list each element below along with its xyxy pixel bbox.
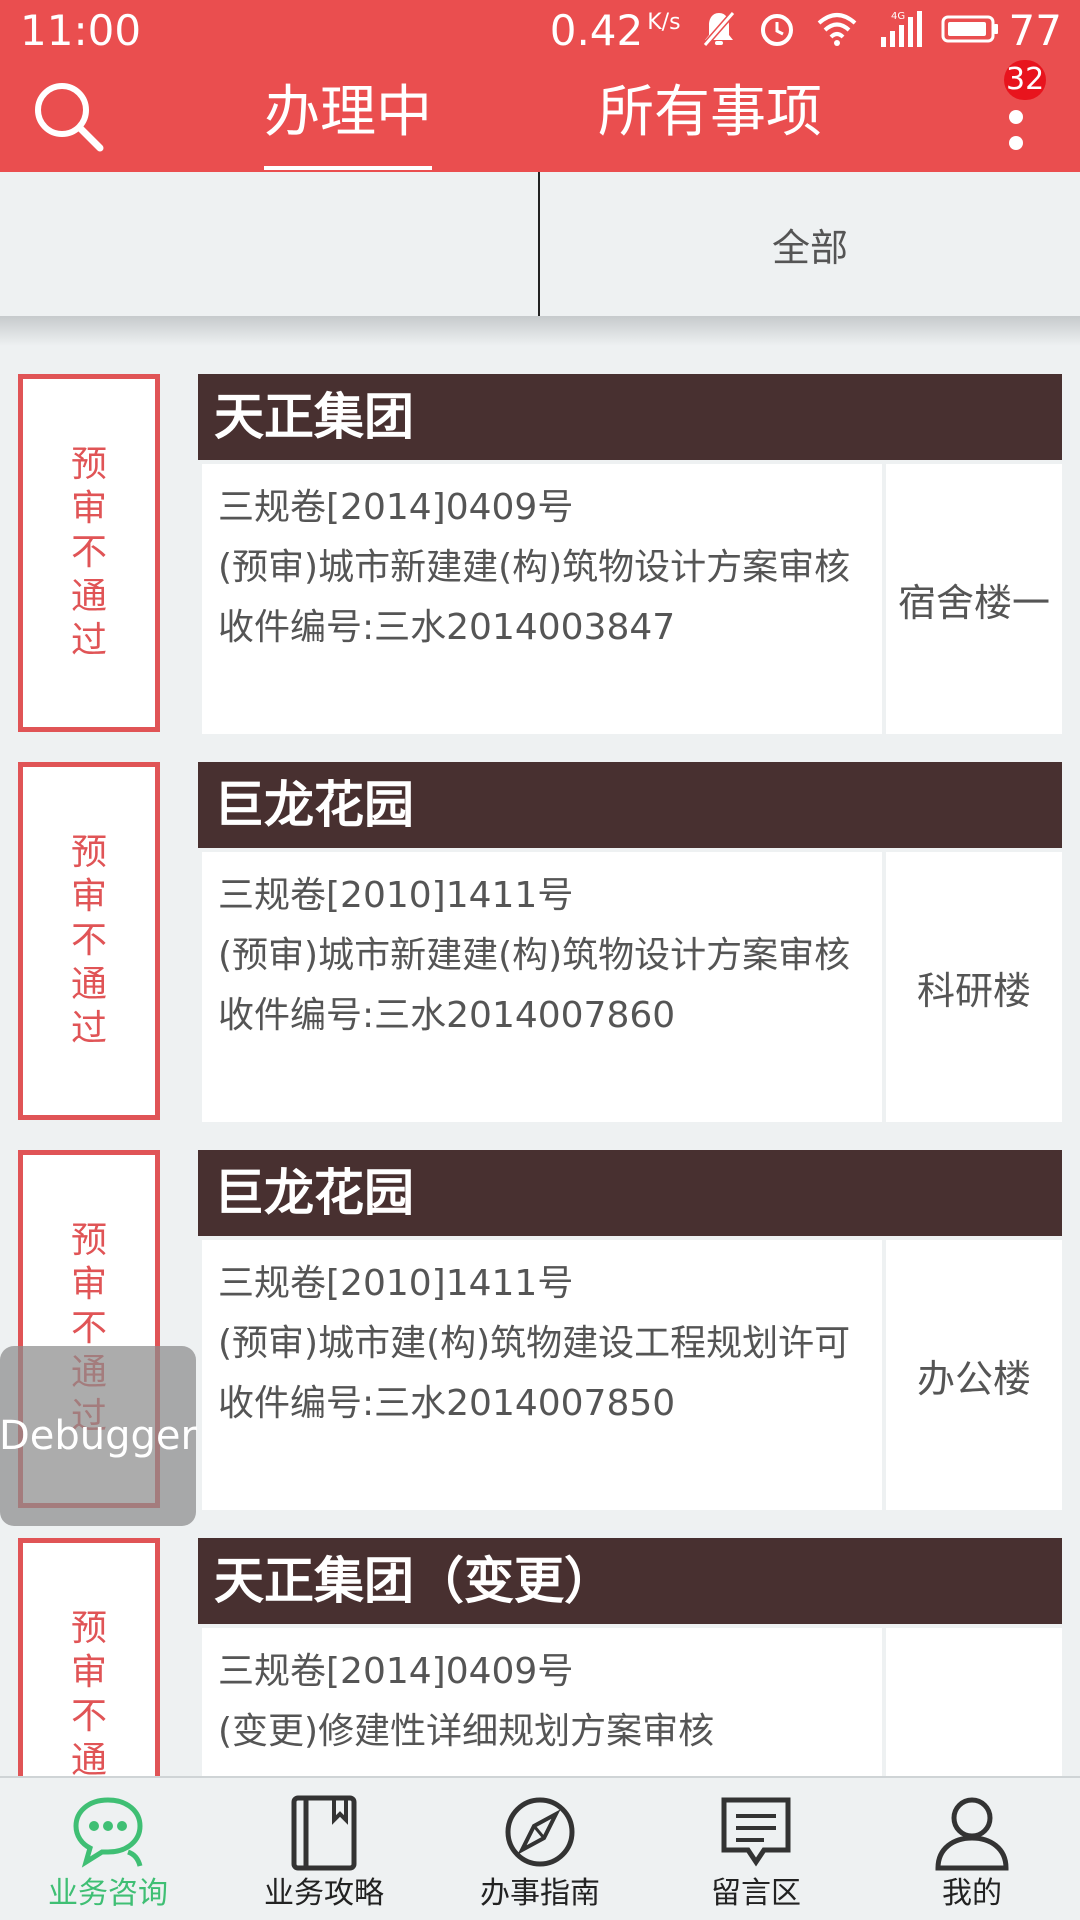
status-stamp: 预审不通过 [18, 1538, 160, 1776]
case-card[interactable]: 预审不通过 巨龙花园 三规卷[2010]1411号 (预审)城市新建建(构)筑物… [0, 734, 1080, 1122]
card-title: 巨龙花园 [214, 1164, 414, 1222]
card-title: 天正集团 [214, 388, 414, 446]
wifi-icon [815, 9, 859, 53]
status-stamp-text: 预审不通过 [71, 1607, 107, 1776]
notification-badge: 32 [1004, 60, 1047, 100]
status-stamp-char: 预 [70, 1608, 107, 1649]
card-title-bar: 巨龙花园 [198, 762, 1062, 848]
filter-all[interactable]: 全部 [540, 172, 1080, 316]
card-body: 三规卷[2014]0409号 (变更)修建性详细规划方案审核 [202, 1628, 882, 1776]
network-speed-unit: K/s [647, 10, 681, 35]
card-body: 三规卷[2014]0409号 (预审)城市新建建(构)筑物设计方案审核 收件编号… [202, 464, 882, 734]
status-time: 11:00 [20, 6, 142, 55]
tab-in-progress[interactable]: 办理中 [264, 78, 432, 170]
card-building: 办公楼 [886, 1240, 1062, 1510]
user-icon [935, 1797, 1009, 1871]
bottom-nav-profile-label: 我的 [942, 1876, 1002, 1911]
case-card[interactable]: 预审不通过 天正集团（变更） 三规卷[2014]0409号 (变更)修建性详细规… [0, 1510, 1080, 1776]
case-card[interactable]: 预审不通过 天正集团 三规卷[2014]0409号 (预审)城市新建建(构)筑物… [0, 346, 1080, 734]
bottom-nav-consult[interactable]: 业务咨询 [0, 1778, 216, 1920]
battery-icon [941, 9, 1001, 53]
status-stamp-char: 通 [70, 576, 107, 617]
signal-icon: 4G [877, 9, 923, 53]
card-title: 天正集团（变更） [214, 1552, 614, 1610]
filter-shadow [0, 316, 1080, 346]
card-title: 巨龙花园 [214, 776, 414, 834]
tab-all-items-label: 所有事项 [598, 80, 822, 145]
card-building: 科研楼 [886, 852, 1062, 1122]
status-stamp-char: 审 [70, 876, 107, 917]
card-building [886, 1628, 1062, 1776]
status-bar: 11:00 0.42 K/s 4G 77 [0, 0, 1080, 62]
status-stamp-char: 不 [70, 1696, 107, 1737]
battery-level: 77 [1008, 6, 1062, 55]
alarm-icon [757, 9, 797, 53]
status-stamp-char: 预 [70, 832, 107, 873]
status-stamp-char: 不 [70, 920, 107, 961]
status-stamp-char: 过 [70, 620, 107, 661]
card-title-bar: 巨龙花园 [198, 1150, 1062, 1236]
status-stamp-char: 通 [70, 1740, 107, 1776]
bottom-nav-messages-label: 留言区 [711, 1876, 801, 1911]
status-stamp-text: 预审不通过 [71, 831, 107, 1051]
status-stamp-char: 通 [70, 964, 107, 1005]
status-stamp-char: 预 [70, 1220, 107, 1261]
card-body: 三规卷[2010]1411号 (预审)城市新建建(构)筑物设计方案审核 收件编号… [202, 852, 882, 1122]
card-file-number: 三规卷[2010]1411号 [218, 875, 574, 916]
network-type-label: 4G [891, 11, 905, 22]
case-list: 预审不通过 天正集团 三规卷[2014]0409号 (预审)城市新建建(构)筑物… [0, 346, 1080, 1776]
card-item-type: (预审)城市新建建(构)筑物设计方案审核 [218, 935, 851, 976]
card-item-type: (预审)城市新建建(构)筑物设计方案审核 [218, 547, 851, 588]
card-title-bar: 天正集团 [198, 374, 1062, 460]
status-stamp-char: 预 [70, 444, 107, 485]
network-speed-value: 0.42 [549, 6, 644, 55]
card-receipt-number: 收件编号:三水2014003847 [218, 607, 676, 648]
status-stamp-char: 不 [70, 1308, 107, 1349]
bottom-nav-guide[interactable]: 业务攻略 [216, 1778, 432, 1920]
card-title-bar: 天正集团（变更） [198, 1538, 1062, 1624]
active-tab-indicator [264, 166, 432, 170]
debugger-button[interactable]: Debugger [0, 1346, 197, 1526]
app-header: 11:00 0.42 K/s 4G 77 办理中 所有事项 32 [0, 0, 1080, 172]
book-icon [291, 1795, 357, 1871]
tab-all-items[interactable]: 所有事项 [598, 78, 822, 148]
chat-bubbles-icon [73, 1797, 143, 1868]
bottom-nav-handbook[interactable]: 办事指南 [432, 1778, 648, 1920]
card-file-number: 三规卷[2014]0409号 [218, 487, 574, 528]
bottom-nav-profile[interactable]: 我的 [864, 1778, 1080, 1920]
status-icons: 0.42 K/s 4G 77 [550, 6, 1062, 56]
bottom-nav-consult-label: 业务咨询 [48, 1876, 168, 1911]
card-receipt-number: 收件编号:三水2014007850 [218, 1383, 676, 1424]
bottom-nav-messages[interactable]: 留言区 [648, 1778, 864, 1920]
card-building: 宿舍楼一 [886, 464, 1062, 734]
bottom-nav-guide-label: 业务攻略 [264, 1876, 384, 1911]
card-file-number: 三规卷[2014]0409号 [218, 1651, 574, 1692]
status-stamp-char: 审 [70, 1652, 107, 1693]
bottom-nav: 业务咨询 业务攻略 办事指南 留言区 我的 [0, 1776, 1080, 1920]
status-stamp-char: 过 [70, 1008, 107, 1049]
status-stamp-char: 审 [70, 488, 107, 529]
filter-row: 全部 [0, 172, 1080, 316]
message-board-icon [721, 1797, 791, 1867]
status-stamp: 预审不通过 [18, 374, 160, 732]
bottom-nav-handbook-label: 办事指南 [480, 1876, 600, 1911]
search-icon [35, 83, 104, 152]
filter-left[interactable] [0, 172, 538, 316]
card-item-type: (变更)修建性详细规划方案审核 [218, 1711, 715, 1752]
mute-bell-icon [699, 9, 739, 53]
network-speed: 0.42 K/s [550, 6, 681, 56]
card-body: 三规卷[2010]1411号 (预审)城市建(构)筑物建设工程规划许可 收件编号… [202, 1240, 882, 1510]
status-stamp: 预审不通过 [18, 762, 160, 1120]
tab-in-progress-label: 办理中 [264, 80, 432, 145]
status-stamp-char: 审 [70, 1264, 107, 1305]
card-item-type: (预审)城市建(构)筑物建设工程规划许可 [218, 1323, 851, 1364]
card-receipt-number: 收件编号:三水2014007860 [218, 995, 676, 1036]
status-stamp-char: 不 [70, 532, 107, 573]
status-stamp-text: 预审不通过 [71, 443, 107, 663]
card-file-number: 三规卷[2010]1411号 [218, 1263, 574, 1304]
search-button[interactable] [30, 78, 110, 158]
nav-bar: 办理中 所有事项 [0, 62, 1080, 172]
compass-icon [505, 1797, 575, 1867]
